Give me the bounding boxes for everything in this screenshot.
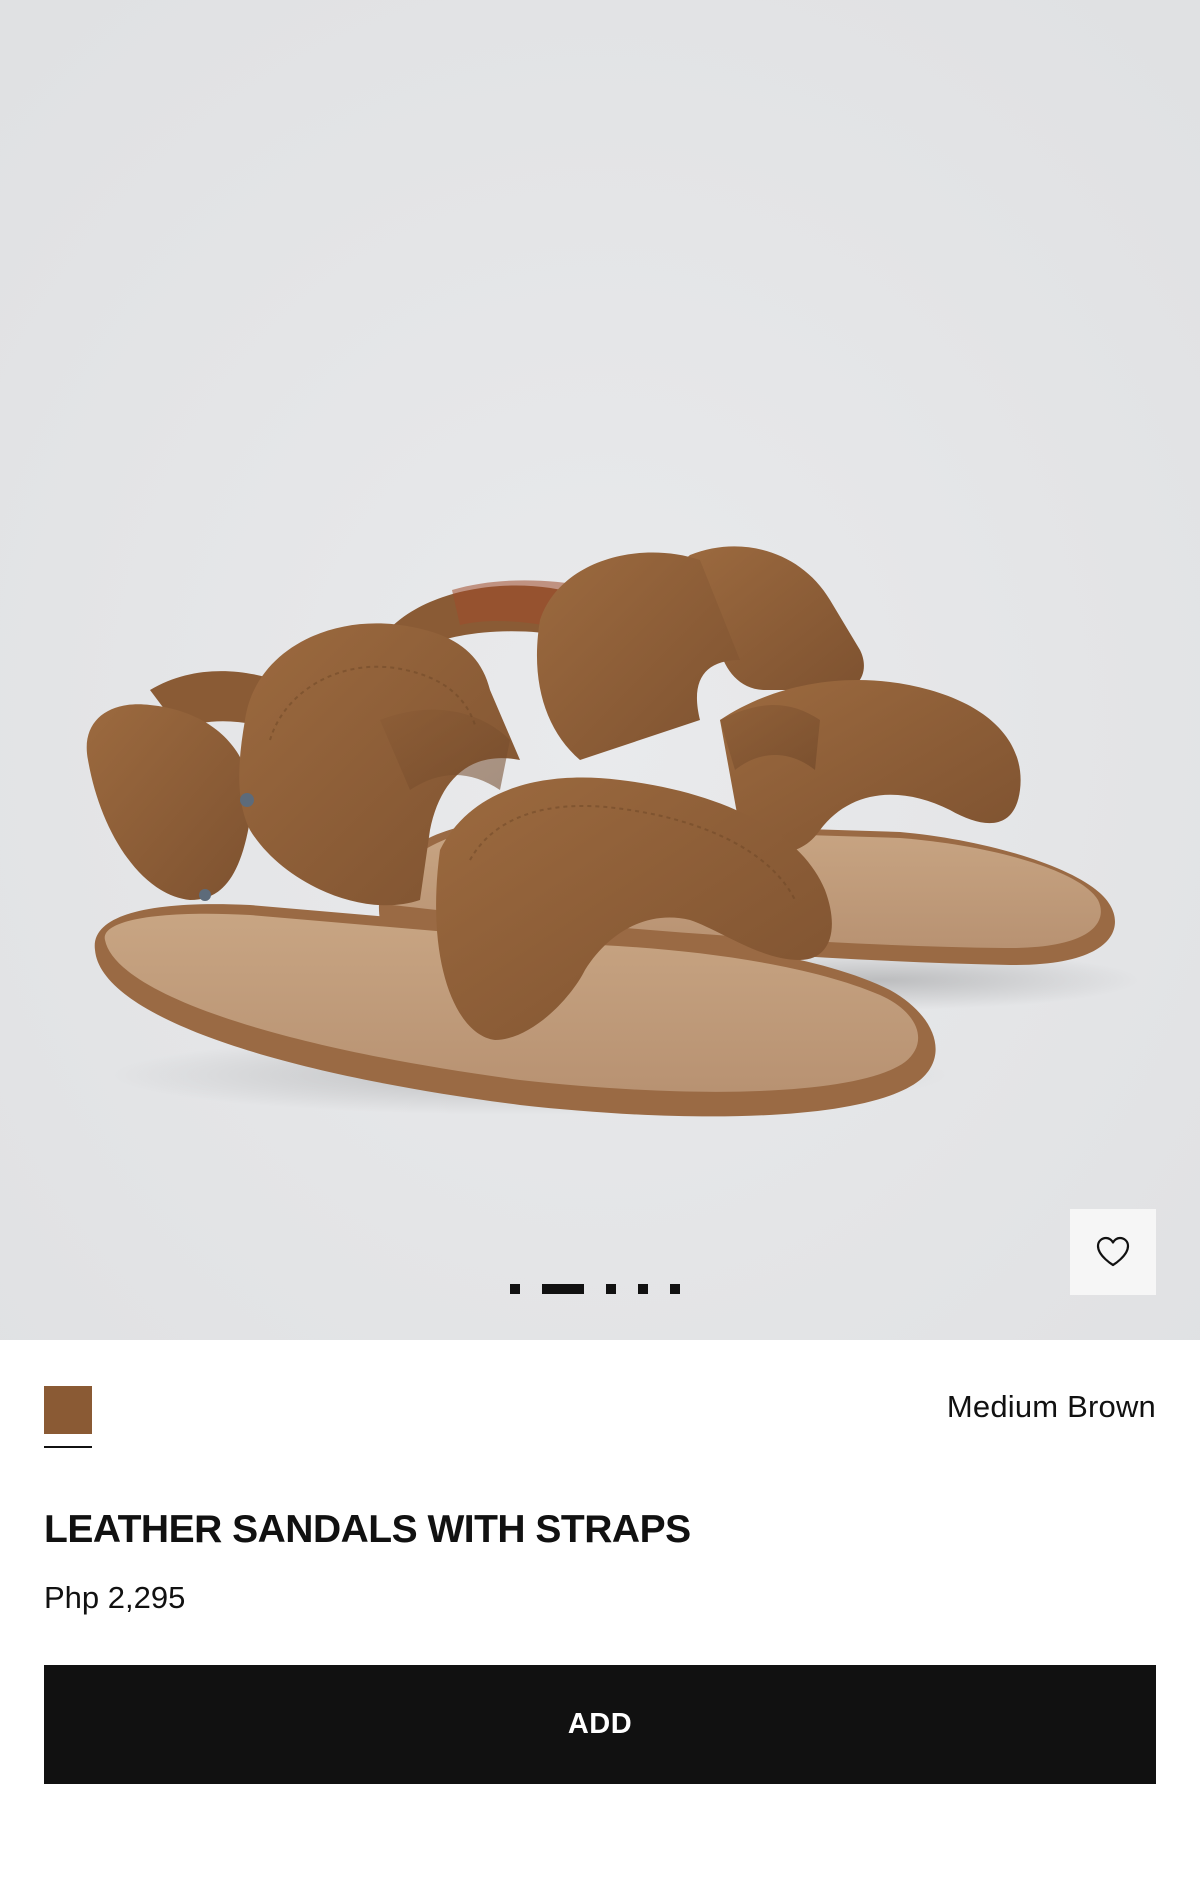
carousel-dot-1[interactable] bbox=[510, 1284, 520, 1294]
product-title: LEATHER SANDALS WITH STRAPS bbox=[44, 1508, 691, 1551]
heart-outline-icon bbox=[1096, 1236, 1130, 1267]
wishlist-button[interactable] bbox=[1070, 1209, 1156, 1295]
color-swatch-medium-brown[interactable] bbox=[44, 1386, 92, 1434]
product-price: Php 2,295 bbox=[44, 1580, 186, 1615]
selected-color-name: Medium Brown bbox=[946, 1389, 1156, 1424]
product-page: Medium Brown LEATHER SANDALS WITH STRAPS… bbox=[0, 0, 1200, 1877]
carousel-dot-4[interactable] bbox=[638, 1284, 648, 1294]
carousel-dot-5[interactable] bbox=[670, 1284, 680, 1294]
product-photo bbox=[0, 0, 1200, 1340]
product-image-carousel[interactable] bbox=[0, 0, 1200, 1340]
selected-swatch-indicator bbox=[44, 1446, 92, 1448]
carousel-dot-2-active[interactable] bbox=[542, 1284, 584, 1294]
carousel-dot-3[interactable] bbox=[606, 1284, 616, 1294]
add-to-bag-button[interactable]: ADD bbox=[44, 1665, 1156, 1784]
carousel-indicator[interactable] bbox=[510, 1284, 680, 1294]
